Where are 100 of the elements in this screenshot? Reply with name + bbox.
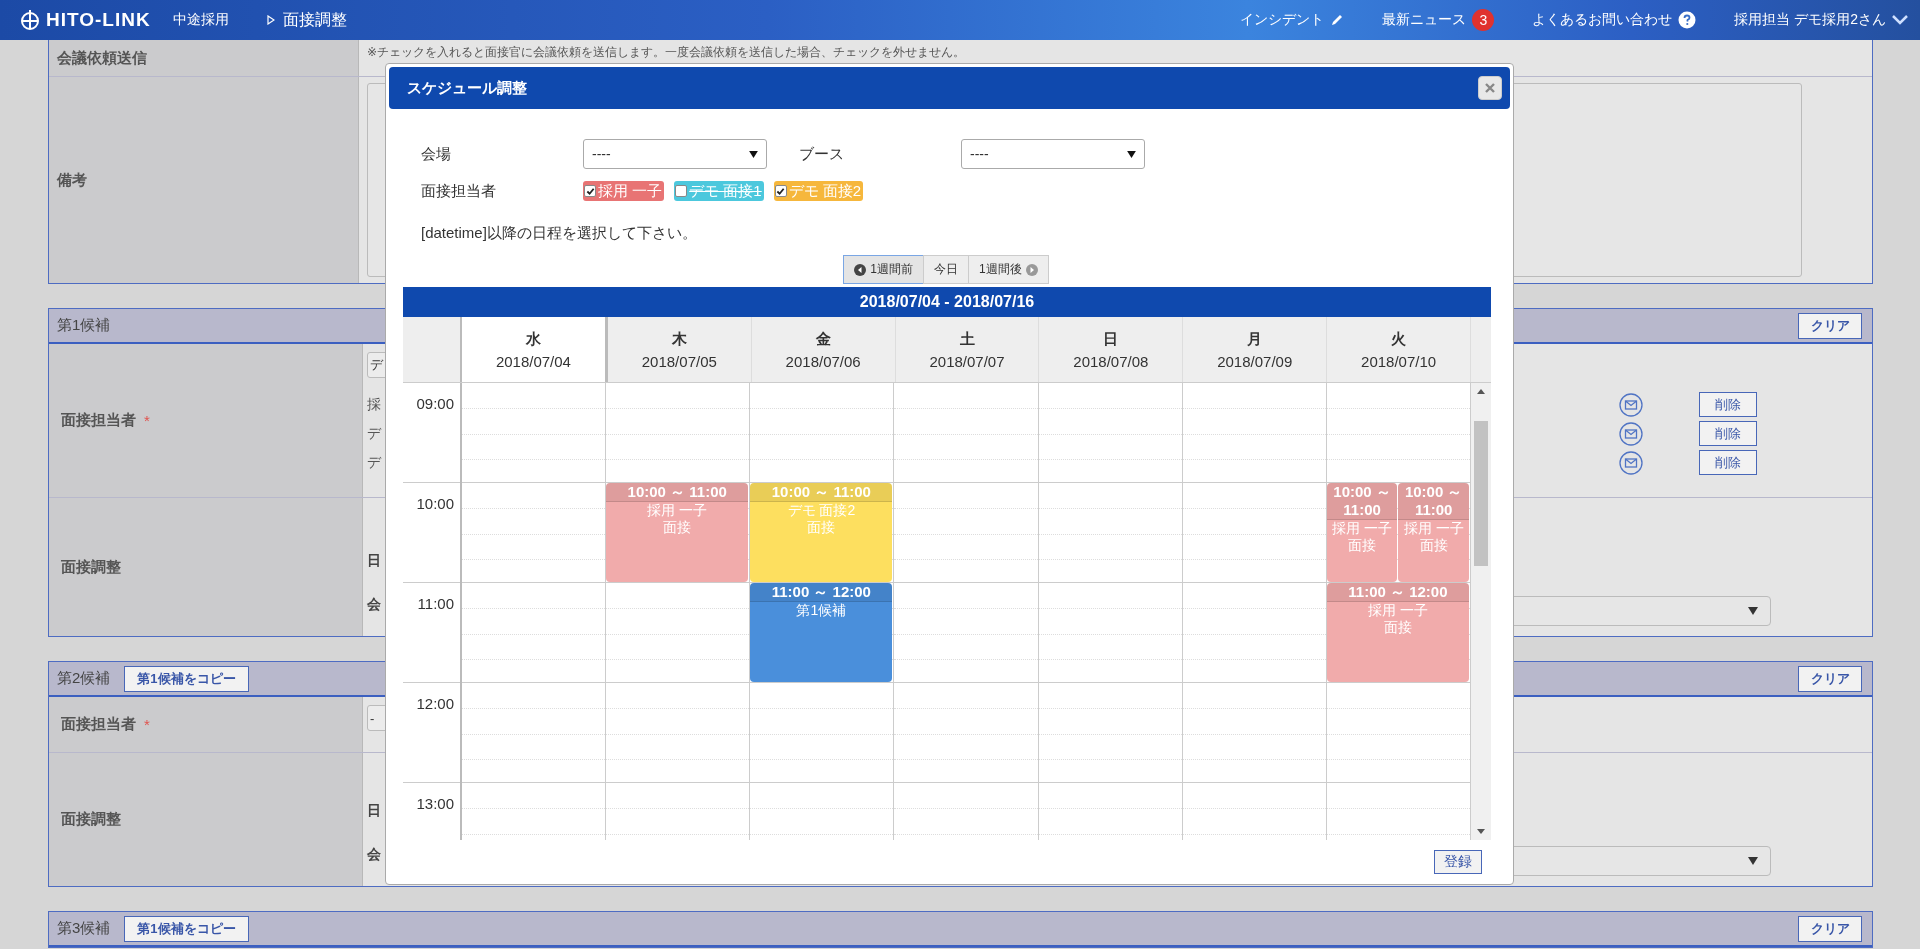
label-text: 面接担当者 <box>61 411 136 430</box>
close-icon <box>1485 83 1495 93</box>
event-time: 11:00 ～ 12:00 <box>1326 583 1469 602</box>
dropdown-arrow-icon <box>749 150 758 158</box>
event-text: 面接 <box>1347 537 1378 554</box>
date-label: 2018/07/10 <box>1361 352 1437 370</box>
logo-text[interactable]: HITO-LINK <box>46 9 151 31</box>
weekday-label: 月 <box>1247 329 1263 349</box>
field-label: 面接調整 <box>49 753 363 886</box>
venue-select[interactable]: ---- <box>583 139 767 169</box>
chevron-down-icon <box>1892 15 1908 25</box>
event-text: 採用 一子 <box>646 502 709 519</box>
clear-button[interactable]: クリア <box>1798 915 1862 942</box>
checkmark-icon <box>776 186 786 196</box>
dialog-title: スケジュール調整 <box>407 78 528 98</box>
section-title: 第3候補 <box>57 919 111 938</box>
nav-link[interactable]: インシデント <box>1240 11 1325 29</box>
nav-link[interactable]: よくあるお問い合わせ <box>1532 11 1673 29</box>
delete-button[interactable]: 削除 <box>1699 421 1757 446</box>
scroll-up-icon[interactable] <box>1477 389 1485 394</box>
date-label: 2018/07/05 <box>641 352 717 370</box>
mail-icon[interactable] <box>1619 392 1643 417</box>
weekday-label: 火 <box>1391 329 1407 349</box>
nav-link[interactable]: 採用担当 デモ採用2さん <box>1734 11 1886 29</box>
label-text: 面接担当者 <box>61 715 136 734</box>
logo-icon <box>18 8 42 32</box>
weekday-label: 金 <box>815 329 831 349</box>
interviewer-name: デ <box>367 424 381 443</box>
field-label: 日 <box>367 552 381 570</box>
field-label: 会 <box>367 596 381 614</box>
help-icon <box>1678 11 1697 29</box>
event-time: 11:00 ～ 12:00 <box>750 583 893 602</box>
dropdown-arrow-icon <box>1748 857 1758 865</box>
notice-text: ※チェックを入れると面接官に会議依頼を送信します。一度会議依頼を送信した場合、チェックを外せません。 <box>367 44 966 61</box>
close-button[interactable] <box>1478 76 1502 100</box>
interviewer-name: デ <box>367 453 381 472</box>
pencil-icon <box>1330 13 1345 27</box>
notification-badge: 3 <box>1472 9 1495 31</box>
required-mark: * <box>144 412 150 429</box>
copy-button[interactable]: 第1候補をコピー <box>124 665 249 692</box>
interviewer-name: 採 <box>367 395 381 414</box>
event-text: 採用 一子 <box>1331 520 1394 537</box>
event-text: 面接 <box>1418 537 1449 554</box>
mail-icon[interactable] <box>1619 421 1643 446</box>
breadcrumb-link[interactable]: 中途採用 <box>172 11 229 29</box>
event-time: 10:00 ～ 11:00 <box>750 483 893 502</box>
scrollbar[interactable] <box>1471 383 1491 840</box>
field-label: 日 <box>367 802 381 820</box>
event-time: 10:00 ～ 11:00 <box>1326 483 1398 520</box>
event-text: デモ 面接2 <box>786 502 857 519</box>
event-text: 面接 <box>806 519 837 536</box>
field-label: 会場 <box>421 144 452 164</box>
calendar-event[interactable]: 11:00 ～ 12:00 第1候補 <box>750 583 893 682</box>
scroll-down-icon[interactable] <box>1477 829 1485 834</box>
delete-button[interactable]: 削除 <box>1699 392 1757 417</box>
week-nav-button[interactable]: 今日 <box>923 255 969 284</box>
nav-link[interactable]: 最新ニュース <box>1382 11 1467 29</box>
instruction-text: [datetime]以降の日程を選択して下さい。 <box>421 224 698 243</box>
hour-label: 11:00 <box>417 595 454 612</box>
clear-button[interactable]: クリア <box>1798 312 1862 339</box>
delete-button[interactable]: 削除 <box>1699 450 1757 475</box>
scrollbar-thumb[interactable] <box>1474 421 1488 566</box>
date-range-title: 2018/07/04 - 2018/07/16 <box>403 287 1491 317</box>
weekday-label: 木 <box>671 329 687 349</box>
field-label: 面接担当者 <box>421 181 497 201</box>
dropdown-arrow-icon <box>1127 150 1136 158</box>
field-label: 会 <box>367 846 381 864</box>
date-label: 2018/07/09 <box>1217 352 1293 370</box>
event-text: 第1候補 <box>795 602 848 619</box>
week-nav-button[interactable]: 1週間前 <box>843 255 924 284</box>
field-label: ブース <box>799 144 845 164</box>
date-label: 2018/07/06 <box>785 352 861 370</box>
week-nav-button[interactable]: 1週間後 <box>968 255 1049 284</box>
date-label: 2018/07/08 <box>1073 352 1149 370</box>
breadcrumb-link[interactable]: 面接調整 <box>282 9 347 31</box>
mail-icon[interactable] <box>1619 450 1643 475</box>
event-text: 面接 <box>1382 619 1413 636</box>
field-label: 備考 <box>49 77 359 283</box>
booth-select[interactable]: ---- <box>961 139 1145 169</box>
section-title: 第1候補 <box>57 316 111 335</box>
required-mark: * <box>144 716 150 733</box>
hour-label: 09:00 <box>416 395 454 412</box>
event-time: 10:00 ～ 11:00 <box>1398 483 1469 520</box>
hour-label: 12:00 <box>416 695 454 712</box>
clear-button[interactable]: クリア <box>1798 665 1862 692</box>
weekday-label: 日 <box>1103 329 1119 349</box>
date-label: 2018/07/04 <box>495 352 571 370</box>
register-button[interactable]: 登録 <box>1434 850 1482 874</box>
event-text: 面接 <box>662 519 693 536</box>
hour-label: 13:00 <box>416 795 454 812</box>
dropdown-arrow-icon <box>1748 607 1758 615</box>
field-label: 会議依頼送信 <box>49 40 359 76</box>
hour-label: 10:00 <box>416 495 454 512</box>
section-title: 第2候補 <box>57 669 111 688</box>
event-time: 10:00 ～ 11:00 <box>606 483 749 502</box>
copy-button[interactable]: 第1候補をコピー <box>124 915 249 942</box>
weekday-label: 水 <box>525 329 541 349</box>
checkmark-icon <box>585 186 595 196</box>
field-label: 面接調整 <box>49 498 363 636</box>
triangle-icon <box>266 15 275 25</box>
